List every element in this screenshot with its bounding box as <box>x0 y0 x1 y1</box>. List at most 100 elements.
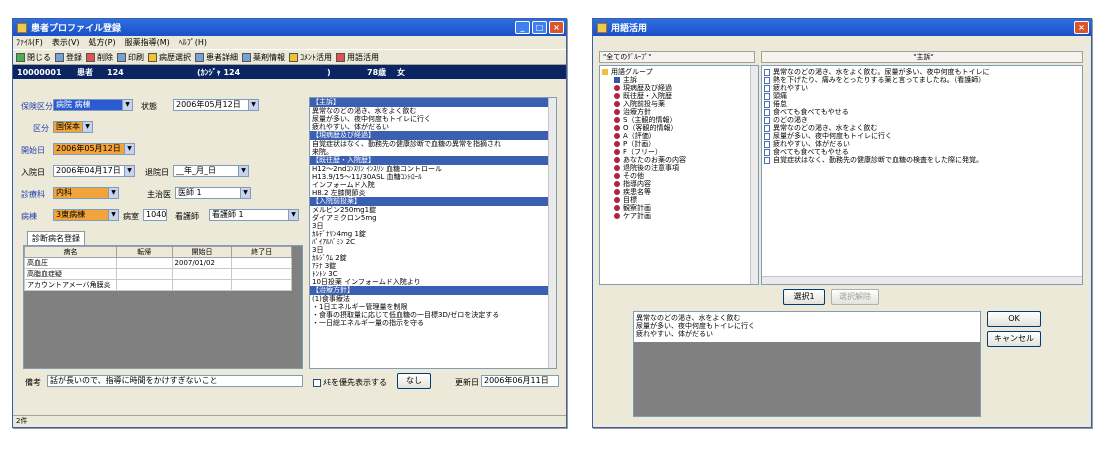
drug-info-tool-button[interactable]: 薬剤情報 <box>242 52 285 63</box>
list-item[interactable]: 疲れやすい <box>764 84 1080 92</box>
biko-label: 備考 <box>25 378 41 387</box>
col-start[interactable]: 開始日 <box>171 246 233 258</box>
kubun-select[interactable]: 病院 病棟 ▼ <box>53 99 133 111</box>
chevron-down-icon: ▼ <box>108 210 118 220</box>
group-icon <box>614 157 620 163</box>
kaishi-date-field[interactable]: 2006年05月12日 ▼ <box>53 143 135 155</box>
group-tree[interactable]: 用語グループ 主訴 現病歴及び経過 既往歴・入院歴 入院前投与薬 治療方針 S（… <box>599 65 759 285</box>
cell-disease: 高脂血症疑 <box>24 268 117 280</box>
hoken-label: 区分 <box>33 124 49 133</box>
cell-end <box>231 279 292 291</box>
list-item[interactable]: 熱を下げたり、痛みをとったりする薬と言ってましたね。（看護師） <box>764 76 1080 84</box>
diagnosis-grid: 病名 転帰 開始日 終了日 高血圧 2007/01/02 高脂血症疑 アカウント… <box>23 245 303 369</box>
select-button[interactable]: 選択1 <box>783 289 825 305</box>
note-line: 尿量が多い、夜中何度もトイレに行く <box>312 115 431 123</box>
byoshitsu-field[interactable]: 1040 <box>143 209 167 221</box>
deselect-button[interactable]: 選択解除 <box>831 289 879 305</box>
group-icon <box>614 173 620 179</box>
byoto-select[interactable]: 3東病棟 ▼ <box>53 209 119 221</box>
document-icon <box>764 76 770 84</box>
state-date-field[interactable]: 2006年05月12日 ▼ <box>173 99 259 111</box>
preview-box[interactable]: 異常なのどの渇き、水をよく飲む 尿量が多い、夜中何度もトイレに行く 疲れやすい、… <box>633 311 981 417</box>
note-line: ・一日総エネルギー量の指示を守る <box>312 319 424 327</box>
preview-text: 異常なのどの渇き、水をよく飲む 尿量が多い、夜中何度もトイレに行く 疲れやすい、… <box>634 312 980 342</box>
list-item[interactable]: 食べても食べてもやせる <box>764 108 1080 116</box>
menu-help[interactable]: ﾍﾙﾌﾟ(H) <box>179 37 207 48</box>
chevron-down-icon: ▼ <box>124 166 134 176</box>
minimize-button[interactable]: _ <box>515 21 530 34</box>
table-row[interactable]: 高脂血症疑 <box>24 268 292 280</box>
tab-diagnosis[interactable]: 診断病名登録 <box>27 231 85 246</box>
col-end[interactable]: 終了日 <box>231 246 292 258</box>
close-tool-button[interactable]: 閉じる <box>16 52 51 63</box>
cancel-button[interactable]: キャンセル <box>987 331 1041 347</box>
shinryo-select[interactable]: 内科 ▼ <box>53 187 119 199</box>
patient-detail-icon <box>195 52 204 62</box>
biko-field[interactable]: 話が長いので、指導に時間をかけすぎないこと <box>47 375 303 387</box>
none-button[interactable]: なし <box>397 373 431 389</box>
title-bar: 用語活用 × <box>593 19 1091 36</box>
cell-outcome <box>115 279 173 291</box>
menu-view[interactable]: 表示(V) <box>52 37 80 48</box>
tree-scrollbar[interactable] <box>750 66 758 284</box>
table-row[interactable]: 高血圧 2007/01/02 <box>24 257 292 269</box>
close-button[interactable]: × <box>1074 21 1089 34</box>
note-line: 3日 <box>312 246 324 254</box>
hoken-select[interactable]: 国保本 ▼ <box>53 121 93 133</box>
menu-prescription[interactable]: 処方(P) <box>89 37 116 48</box>
document-icon <box>764 132 770 140</box>
shinryo-label: 診療科 <box>21 190 45 199</box>
maximize-button[interactable]: □ <box>532 21 547 34</box>
tree-item[interactable]: ケア計画 <box>614 212 756 220</box>
chevron-down-icon: ▼ <box>122 100 132 110</box>
kangoshi-label: 看護師 <box>175 212 199 221</box>
notes-scrollbar[interactable] <box>548 98 556 368</box>
menu-guidance[interactable]: 服薬指導(M) <box>125 37 170 48</box>
document-icon <box>764 100 770 108</box>
comment-tool-button[interactable]: ｺﾒﾝﾄ活用 <box>289 52 332 63</box>
delete-tool-button[interactable]: 削除 <box>86 52 113 63</box>
note-line: (1)食事療法 <box>312 295 350 303</box>
group-icon <box>614 85 620 91</box>
title-bar: 患者プロファイル登録 _ □ × <box>13 19 566 36</box>
close-button[interactable]: × <box>549 21 564 34</box>
note-line: ﾄﾝﾄﾝ 3C <box>312 270 338 278</box>
col-outcome[interactable]: 転帰 <box>115 246 173 258</box>
cell-outcome <box>115 257 173 269</box>
list-item[interactable]: 自覚症状はなく、勤務先の健康診断で血糖の検査をした際に発覚。 <box>764 156 1080 164</box>
col-disease[interactable]: 病名 <box>24 246 117 258</box>
document-icon <box>764 156 770 164</box>
list-item[interactable]: 頭痛 <box>764 92 1080 100</box>
history-icon <box>148 52 157 62</box>
term-list[interactable]: 異常なのどの渇き、水をよく飲む。尿量が多い、夜中何度もトイレに 熱を下げたり、痛… <box>761 65 1083 285</box>
taiin-date-field[interactable]: __年_月_日 ▼ <box>173 165 249 177</box>
status-bar: 2件 <box>13 415 566 427</box>
print-tool-button[interactable]: 印刷 <box>117 52 144 63</box>
notes-panel[interactable]: 【主訴】 異常なのどの渇き、水をよく飲む 尿量が多い、夜中何度もトイレに行く 疲… <box>309 97 557 369</box>
koshin-field[interactable]: 2006年06月11日 <box>481 375 559 387</box>
patient-name: 患者 <box>77 67 93 77</box>
memo-checkbox[interactable]: ﾒﾓを優先表示する <box>313 377 387 388</box>
note-line: ｶﾙﾃﾞﾅﾘﾝ4mg 1錠 <box>312 230 366 238</box>
chevron-down-icon: ▼ <box>108 188 118 198</box>
note-line: 疲れやすい、体がだるい <box>312 123 389 131</box>
shujii-select[interactable]: 医師 1 ▼ <box>175 187 251 199</box>
term-header: "主訴" <box>761 51 1083 63</box>
menu-file[interactable]: ﾌｧｲﾙ(F) <box>16 37 43 48</box>
patient-info-bar: 10000001 患者 124 (ｶﾝｼﾞｬ 124 ) 78歳 女 <box>13 65 566 79</box>
group-icon <box>614 117 620 123</box>
drug-info-icon <box>242 52 251 62</box>
kangoshi-select[interactable]: 看護師 1 ▼ <box>209 209 299 221</box>
note-line: ｱﾃﾅ 3錠 <box>312 262 337 270</box>
term-tool-button[interactable]: 用語活用 <box>336 52 379 63</box>
term-hscrollbar[interactable] <box>762 276 1082 284</box>
nyuin-date-field[interactable]: 2006年04月17日 ▼ <box>53 165 135 177</box>
table-row[interactable]: アカウントアメーバ角膜炎 <box>24 279 292 291</box>
save-tool-button[interactable]: 登録 <box>55 52 82 63</box>
patient-detail-tool-button[interactable]: 患者詳細 <box>195 52 238 63</box>
note-line: H13.9/15～11/30ASL 血糖ｺﾝﾄﾛｰﾙ <box>312 173 422 181</box>
nyuin-label: 入院日 <box>21 168 45 177</box>
note-line: ｶﾙｼﾞｳﾑ 2錠 <box>312 254 347 262</box>
ok-button[interactable]: OK <box>987 311 1041 327</box>
history-tool-button[interactable]: 病歴選択 <box>148 52 191 63</box>
